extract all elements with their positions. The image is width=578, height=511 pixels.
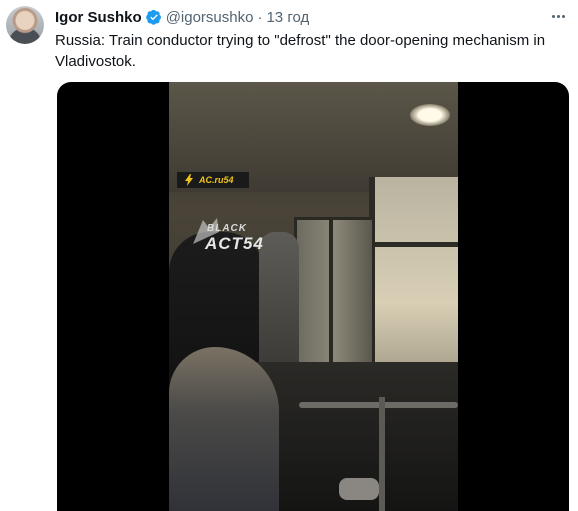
watermark-top-text: BLACK [207,223,247,234]
header-separator: · [257,8,263,26]
author-handle[interactable]: @igorsushko [166,9,254,26]
channel-badge: AC.ru54 [177,172,249,188]
tweet-text: Russia: Train conductor trying to "defro… [55,32,546,70]
video-frame[interactable]: AC.ru54 BLACK ACT54 [169,82,458,511]
ceiling-light [410,104,450,126]
lightning-bolt-icon [185,174,193,186]
tweet-header: Igor Sushko @igorsushko · 13 год [55,7,309,27]
seat-post [379,397,385,511]
badge-text: AC.ru54 [199,175,234,185]
author-name[interactable]: Igor Sushko [55,9,142,26]
video-player[interactable]: AC.ru54 BLACK ACT54 [57,82,569,511]
passenger-foreground [169,347,279,511]
watermark-bottom-text: ACT54 [205,234,264,253]
avatar[interactable] [6,6,44,44]
train-window [369,177,458,387]
verified-badge-icon [145,9,161,25]
more-options-icon[interactable] [546,4,570,28]
tweet-timestamp[interactable]: 13 год [266,9,309,26]
shoe [339,478,379,500]
